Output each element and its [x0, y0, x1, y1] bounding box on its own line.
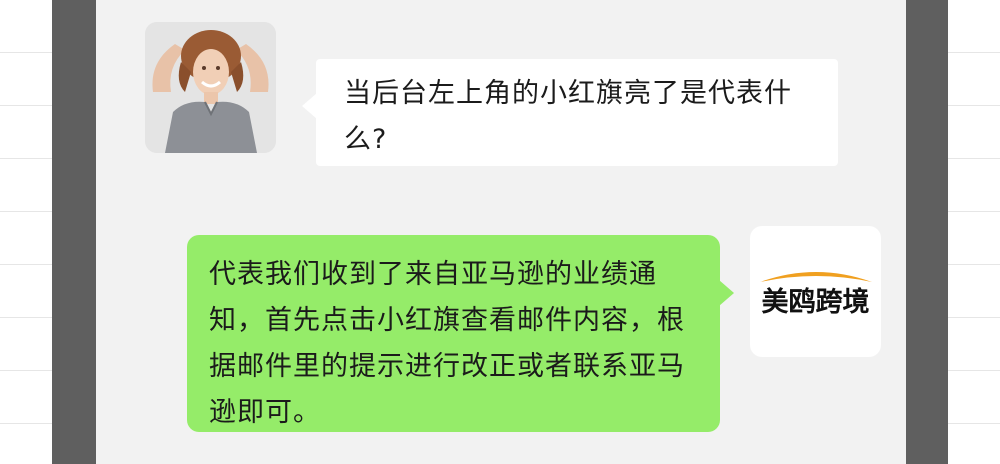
lined-paper-left [0, 0, 52, 464]
incoming-message-text: 当后台左上角的小红旗亮了是代表什么? [344, 78, 792, 155]
woman-portrait-icon [145, 22, 276, 153]
phone-frame-right [906, 0, 948, 464]
user-avatar[interactable] [145, 22, 276, 153]
brand-avatar[interactable]: 美鸥跨境 [750, 226, 881, 357]
incoming-message-bubble[interactable]: 当后台左上角的小红旗亮了是代表什么? [302, 59, 838, 166]
lined-paper-right [948, 0, 1000, 464]
outgoing-message-bubble[interactable]: 代表我们收到了来自亚马逊的业绩通知，首先点击小红旗查看邮件内容，根据邮件里的提示… [187, 235, 734, 432]
outgoing-message-text: 代表我们收到了来自亚马逊的业绩通知，首先点击小红旗查看邮件内容，根据邮件里的提示… [209, 259, 685, 428]
brand-logo-text: 美鸥跨境 [761, 287, 870, 318]
phone-frame-left [52, 0, 96, 464]
